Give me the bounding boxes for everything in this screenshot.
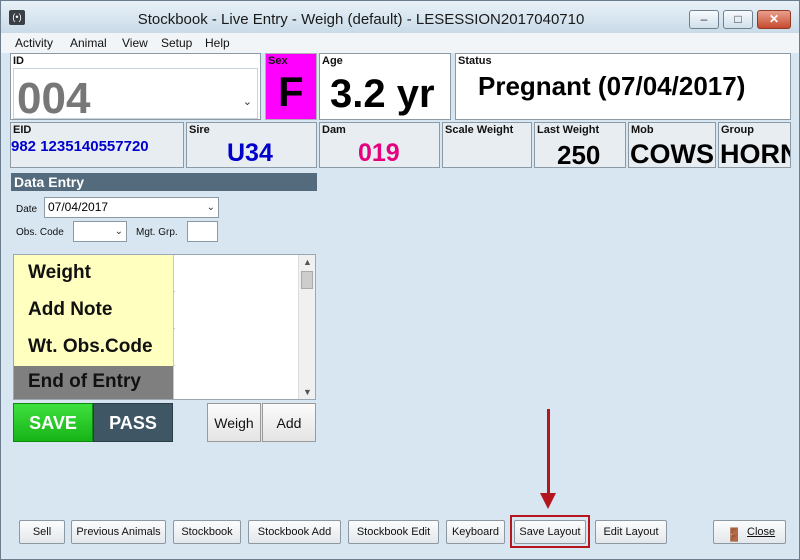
- eid-box: EID 982 1235140557720: [10, 122, 184, 168]
- close-button[interactable]: 🚪 Close: [713, 520, 786, 544]
- last-weight-box: Last Weight 250: [534, 122, 626, 170]
- mgt-grp-field[interactable]: [187, 221, 218, 242]
- sex-box: Sex F: [265, 53, 317, 120]
- sire-value: U34: [227, 139, 273, 167]
- close-button-label: Close: [747, 526, 776, 538]
- dam-label: Dam: [322, 124, 346, 136]
- group-label: Group: [721, 124, 754, 136]
- title-bar: (•) Stockbook - Live Entry - Weigh (defa…: [1, 1, 799, 33]
- last-weight-label: Last Weight: [537, 124, 600, 136]
- keyboard-button[interactable]: Keyboard: [446, 520, 505, 544]
- dam-value: 019: [358, 139, 400, 167]
- grid-row-label: Weight: [14, 255, 174, 292]
- sex-value: F: [278, 68, 304, 115]
- id-value: 004: [17, 74, 91, 123]
- sire-label: Sire: [189, 124, 210, 136]
- status-value: Pregnant (07/04/2017): [478, 71, 746, 101]
- app-window: (•) Stockbook - Live Entry - Weigh (defa…: [0, 0, 800, 560]
- grid-row-value[interactable]: [175, 329, 298, 366]
- scroll-up-icon[interactable]: ▲: [299, 257, 316, 267]
- grid-row-label: Add Note: [14, 292, 174, 329]
- id-combo[interactable]: 004 ⌄: [13, 68, 258, 123]
- id-box[interactable]: ID 004 ⌄: [10, 53, 261, 123]
- grid-row-label: Wt. Obs.Code: [14, 329, 174, 366]
- pass-button[interactable]: PASS: [93, 403, 173, 442]
- group-box: Group HORN: [718, 122, 791, 168]
- grid-scrollbar[interactable]: ▲ ▼: [298, 255, 315, 399]
- stockbook-button[interactable]: Stockbook: [173, 520, 241, 544]
- save-layout-button[interactable]: Save Layout: [514, 520, 586, 544]
- exit-door-icon: 🚪: [726, 527, 743, 542]
- menu-activity[interactable]: Activity: [15, 36, 53, 50]
- entry-grid: Weight Add Note Wt. Obs.Code End of Entr…: [13, 254, 316, 400]
- stockbook-edit-button[interactable]: Stockbook Edit: [348, 520, 439, 544]
- close-window-button[interactable]: ✕: [757, 10, 791, 29]
- stockbook-add-button[interactable]: Stockbook Add: [248, 520, 341, 544]
- status-box: Status Pregnant (07/04/2017): [455, 53, 791, 120]
- mob-value: COWS: [630, 139, 714, 168]
- grid-row-weight[interactable]: Weight: [14, 255, 298, 292]
- date-value: 07/04/2017: [48, 200, 109, 214]
- age-label: Age: [322, 55, 343, 67]
- annotation-arrow-head: [540, 493, 556, 509]
- grid-row-add-note[interactable]: Add Note: [14, 292, 298, 329]
- maximize-button[interactable]: □: [723, 10, 753, 29]
- id-label: ID: [13, 55, 24, 67]
- obs-code-field[interactable]: ⌄: [73, 221, 127, 242]
- grid-row-value[interactable]: [175, 255, 298, 292]
- data-entry-title: Data Entry: [11, 173, 317, 191]
- chevron-down-icon[interactable]: ⌄: [243, 95, 252, 108]
- mgt-grp-label: Mgt. Grp.: [136, 227, 178, 238]
- obs-code-label: Obs. Code: [16, 227, 64, 238]
- previous-animals-button[interactable]: Previous Animals: [71, 520, 166, 544]
- sell-button[interactable]: Sell: [19, 520, 65, 544]
- menu-view[interactable]: View: [122, 36, 148, 50]
- grid-row-value[interactable]: [175, 366, 298, 399]
- menu-bar: Activity Animal View Setup Help: [1, 33, 799, 53]
- add-button[interactable]: Add: [262, 403, 316, 442]
- mob-label: Mob: [631, 124, 654, 136]
- age-box: Age 3.2 yr: [319, 53, 451, 120]
- scroll-down-icon[interactable]: ▼: [299, 387, 316, 397]
- menu-setup[interactable]: Setup: [161, 36, 192, 50]
- scale-weight-box: Scale Weight: [442, 122, 532, 168]
- window-title: Stockbook - Live Entry - Weigh (default)…: [137, 11, 585, 28]
- grid-row-wt-obs-code[interactable]: Wt. Obs.Code: [14, 329, 298, 366]
- grid-row-value[interactable]: [175, 292, 298, 329]
- date-field[interactable]: 07/04/2017 ⌄: [44, 197, 219, 218]
- mob-box: Mob COWS: [628, 122, 716, 168]
- dam-box: Dam 019: [319, 122, 440, 168]
- annotation-arrow-shaft: [547, 409, 550, 495]
- sex-label: Sex: [268, 55, 288, 67]
- menu-help[interactable]: Help: [205, 36, 230, 50]
- date-label: Date: [16, 204, 38, 215]
- grid-row-end-of-entry[interactable]: End of Entry: [14, 366, 298, 399]
- eid-label: EID: [13, 124, 32, 136]
- edit-layout-button[interactable]: Edit Layout: [595, 520, 667, 544]
- save-button[interactable]: SAVE: [13, 403, 93, 442]
- last-weight-value: 250: [557, 140, 601, 170]
- chevron-down-icon[interactable]: ⌄: [207, 198, 215, 217]
- eid-value: 982 1235140557720: [11, 138, 149, 155]
- scroll-thumb[interactable]: [301, 271, 313, 289]
- group-value: HORN: [720, 139, 790, 168]
- menu-animal[interactable]: Animal: [70, 36, 107, 50]
- weigh-button[interactable]: Weigh: [207, 403, 261, 442]
- minimize-button[interactable]: –: [689, 10, 719, 29]
- chevron-down-icon[interactable]: ⌄: [115, 222, 123, 241]
- scale-weight-label: Scale Weight: [445, 124, 514, 136]
- grid-row-label: End of Entry: [14, 366, 174, 399]
- sire-box: Sire U34: [186, 122, 317, 168]
- age-value: 3.2 yr: [330, 72, 435, 116]
- status-label: Status: [458, 55, 492, 67]
